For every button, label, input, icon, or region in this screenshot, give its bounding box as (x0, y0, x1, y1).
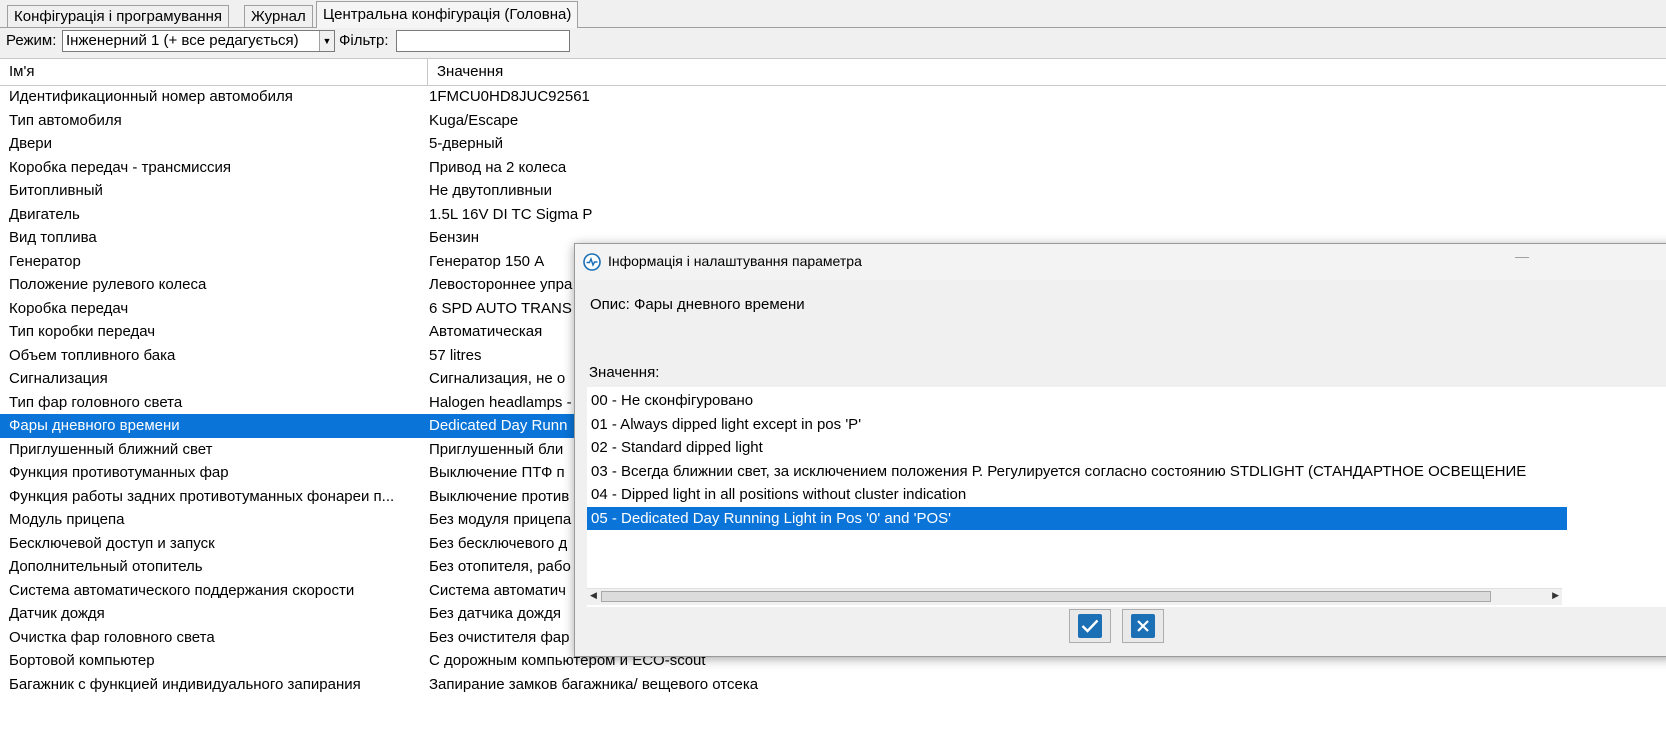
cell-name: Тип коробки передач (9, 323, 156, 340)
cell-name: Коробка передач (9, 299, 129, 317)
cell-value: Запирание замков багажника/ вещевого отс… (429, 675, 759, 693)
scroll-right-icon[interactable]: ▶ (1552, 590, 1559, 601)
cell-value: Kuga/Escape (429, 111, 519, 129)
checkmark-icon (1078, 614, 1102, 638)
mode-select-value: Інженерний 1 (+ все редагується) (66, 32, 299, 49)
cell-name: Бесключевой доступ и запуск (9, 534, 215, 552)
cell-name: Положение рулевого колеса (9, 276, 207, 293)
cell-name: Сигнализация (9, 370, 108, 387)
minimize-icon[interactable]: — (1515, 248, 1529, 264)
cell-name: Система автоматического поддержания скор… (9, 581, 355, 599)
list-item[interactable]: 01 - Always dipped light except in pos '… (587, 413, 1567, 437)
cell-name: Багажник с функцией индивидуального запи… (9, 675, 361, 693)
cell-value: 1FMCU0HD8JUC92561 (429, 88, 590, 105)
mode-select[interactable]: Інженерний 1 (+ все редагується) ▼ (62, 30, 335, 52)
horizontal-scrollbar[interactable]: ◀ ▶ (587, 588, 1562, 605)
cell-name: Приглушенный ближний свет (9, 440, 213, 458)
list-item[interactable]: 02 - Standard dipped light (587, 436, 1567, 460)
table-row[interactable]: Двери 5-дверный (0, 132, 1666, 156)
dialog-title: Інформація і налаштування параметра (608, 253, 862, 269)
table-row[interactable]: Коробка передач - трансмиссия Привод на 2… (0, 156, 1666, 180)
dialog-title-bar: Інформація і налаштування параметра — (575, 244, 1666, 280)
list-item[interactable]: 05 - Dedicated Day Running Light in Pos … (587, 506, 1567, 530)
tab-central-configuration[interactable]: Центральна конфігурація (Головна) (316, 1, 579, 28)
cell-value: 1.5L 16V DI TC Sigma P (429, 205, 593, 223)
cell-name: Модуль прицепа (9, 511, 125, 528)
cell-value: Не двутопливныи (429, 182, 552, 199)
values-label: Значення: (589, 364, 660, 381)
mode-label: Режим: (6, 32, 57, 49)
cell-value: 5-дверный (429, 135, 504, 152)
filter-input[interactable] (396, 30, 570, 52)
cell-name: Тип автомобиля (9, 111, 122, 129)
settings-app-icon (583, 253, 601, 275)
scrollbar-thumb[interactable] (601, 591, 1491, 602)
table-row[interactable]: Двигатель 1.5L 16V DI TC Sigma P (0, 203, 1666, 227)
cell-name: Коробка передач - трансмиссия (9, 158, 232, 176)
cell-name: Объем топливного бака (9, 346, 176, 364)
cell-value: Привод на 2 колеса (429, 158, 567, 176)
cell-name: Вид топлива (9, 229, 97, 246)
cell-name: Двигатель (9, 205, 80, 223)
table-row[interactable]: Багажник с функцией индивидуального запи… (0, 673, 1666, 697)
tab-bar: Конфігурація і програмування Журнал Цент… (0, 0, 1666, 28)
list-item[interactable]: 04 - Dipped light in all positions witho… (587, 483, 1567, 507)
table-row[interactable]: Идентификационный номер автомобиля 1FMCU0… (0, 85, 1666, 109)
grid-header: Ім'я Значення (0, 59, 1666, 86)
table-row[interactable]: Тип автомобиля Kuga/Escape (0, 109, 1666, 133)
values-list[interactable]: 00 - Не сконфігуровано 01 - Always dipped… (587, 387, 1666, 607)
ok-button[interactable] (1069, 609, 1111, 643)
list-item[interactable]: 03 - Всегда ближнии свет, за исключением… (587, 460, 1567, 484)
scroll-left-icon[interactable]: ◀ (590, 590, 597, 601)
cell-name: Идентификационный номер автомобиля (9, 88, 293, 105)
close-icon (1131, 614, 1155, 638)
list-item[interactable]: 00 - Не сконфігуровано (587, 389, 1567, 413)
parameter-info-dialog: Інформація і налаштування параметра — Оп… (574, 243, 1666, 657)
cancel-button[interactable] (1122, 609, 1164, 643)
tab-journal[interactable]: Журнал (244, 5, 313, 27)
table-row[interactable]: Битопливный Не двутопливныи (0, 179, 1666, 203)
cell-name: Фары дневного времени (9, 417, 180, 434)
cell-name: Двери (9, 135, 53, 152)
cell-name: Функция работы задних противотуманных фо… (9, 487, 395, 505)
column-header-value[interactable]: Значення (428, 59, 1028, 85)
column-header-name[interactable]: Ім'я (0, 59, 427, 85)
cell-name: Битопливный (9, 182, 103, 199)
cell-name: Генератор (9, 252, 81, 270)
parameter-description: Опис: Фары дневного времени (590, 296, 805, 313)
cell-name: Тип фар головного света (9, 393, 183, 411)
cell-name: Функция противотуманных фар (9, 464, 229, 481)
cell-name: Датчик дождя (9, 605, 105, 622)
cell-name: Дополнительный отопитель (9, 558, 203, 575)
filter-label: Фільтр: (339, 32, 389, 49)
tab-configuration-programming[interactable]: Конфігурація і програмування (7, 5, 230, 27)
cell-name: Очистка фар головного света (9, 628, 215, 646)
chevron-down-icon[interactable]: ▼ (319, 31, 334, 51)
cell-name: Бортовой компьютер (9, 652, 155, 669)
mode-toolbar: Режим: Інженерний 1 (+ все редагується) … (0, 28, 1666, 56)
